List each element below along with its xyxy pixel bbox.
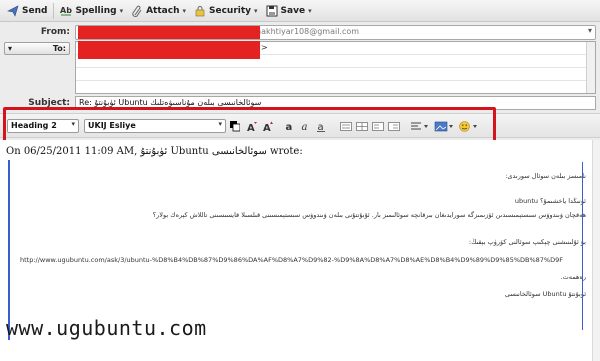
quote-line: نامىسز بىلەن سوئال سورىدى: [505, 172, 586, 180]
spelling-button[interactable]: Ab Spelling ▾ [56, 2, 127, 20]
attach-button[interactable]: Attach ▾ [127, 2, 190, 20]
chevron-down-icon[interactable]: ▾ [308, 7, 312, 15]
send-button[interactable]: Send [3, 2, 51, 20]
from-label: From: [40, 27, 70, 37]
formatting-toolbar-highlight [3, 107, 496, 144]
chevron-down-icon[interactable]: ▾ [254, 7, 258, 15]
message-body[interactable]: On 06/25/2011 11:09 AM, ئۈبۇنتۇ Ubuntu س… [0, 140, 600, 361]
recipient-type-select[interactable]: ▾ To: [4, 42, 70, 55]
chevron-down-icon[interactable]: ▾ [588, 26, 592, 35]
quote-line: رەھمەت. [560, 273, 586, 281]
redaction-block [78, 41, 260, 59]
paperclip-icon [131, 5, 143, 17]
quote-rule [582, 162, 583, 330]
attach-label: Attach [146, 5, 180, 16]
quote-link[interactable]: http://www.ugubuntu.com/ask/3/ubuntu-%D8… [20, 256, 586, 264]
send-label: Send [22, 5, 48, 16]
svg-text:Ab: Ab [60, 6, 72, 15]
quote-line: ئۈنىڭدا ياخشىمۇ؟ ubuntu [514, 197, 586, 205]
site-watermark: www.ugubuntu.com [6, 316, 207, 340]
security-label: Security [209, 5, 252, 16]
chevron-down-icon[interactable]: ▾ [120, 7, 124, 15]
lock-icon [194, 5, 206, 17]
save-label: Save [280, 5, 306, 16]
chevron-down-icon[interactable]: ▾ [182, 7, 186, 15]
spelling-label: Spelling [75, 5, 117, 16]
subject-value: Re: ئۈبۇنتۇ Ubuntu سوئالخانىسى بىلەن مۇن… [79, 98, 262, 107]
recipient-scrollbar[interactable] [586, 42, 595, 93]
spelling-icon: Ab [60, 5, 73, 17]
quote-line: ئۈبۇنتۇ Ubuntu سوئالخانىسى [504, 290, 586, 298]
floppy-icon [266, 5, 278, 17]
send-icon [7, 4, 19, 17]
redaction-block [78, 26, 260, 39]
message-header: From: hakhtiyar108@gmail.com ▾ ▾ To: > S… [0, 22, 600, 110]
reply-attribution: On 06/25/2011 11:09 AM, ئۈبۇنتۇ Ubuntu س… [6, 146, 303, 157]
quoted-message: نامىسز بىلەن سوئال سورىدى: ئۈنىڭدا ياخشى… [8, 160, 586, 340]
quote-line: ھەقچان ۋىندوۋس سىستېمىسىدىن ئۆزىمىزگە سو… [152, 211, 586, 219]
recipient-row[interactable] [76, 68, 595, 81]
from-address: hakhtiyar108@gmail.com [256, 27, 360, 36]
quote-line: بۇ ئۇلىنىشنى چېكىپ سوئالنى كۆرۈپ بېقىڭ: [468, 238, 586, 246]
recipient-type-label: To: [52, 44, 66, 53]
security-button[interactable]: Security ▾ [190, 2, 262, 20]
main-toolbar: Send Ab Spelling ▾ Attach ▾ Security ▾ S… [0, 0, 600, 22]
chevron-down-icon[interactable]: ▾ [8, 44, 12, 53]
toolbar-divider [53, 2, 55, 19]
body-scrollbar[interactable] [592, 140, 600, 361]
recipient-address: > [261, 43, 268, 52]
save-button[interactable]: Save ▾ [262, 2, 316, 20]
